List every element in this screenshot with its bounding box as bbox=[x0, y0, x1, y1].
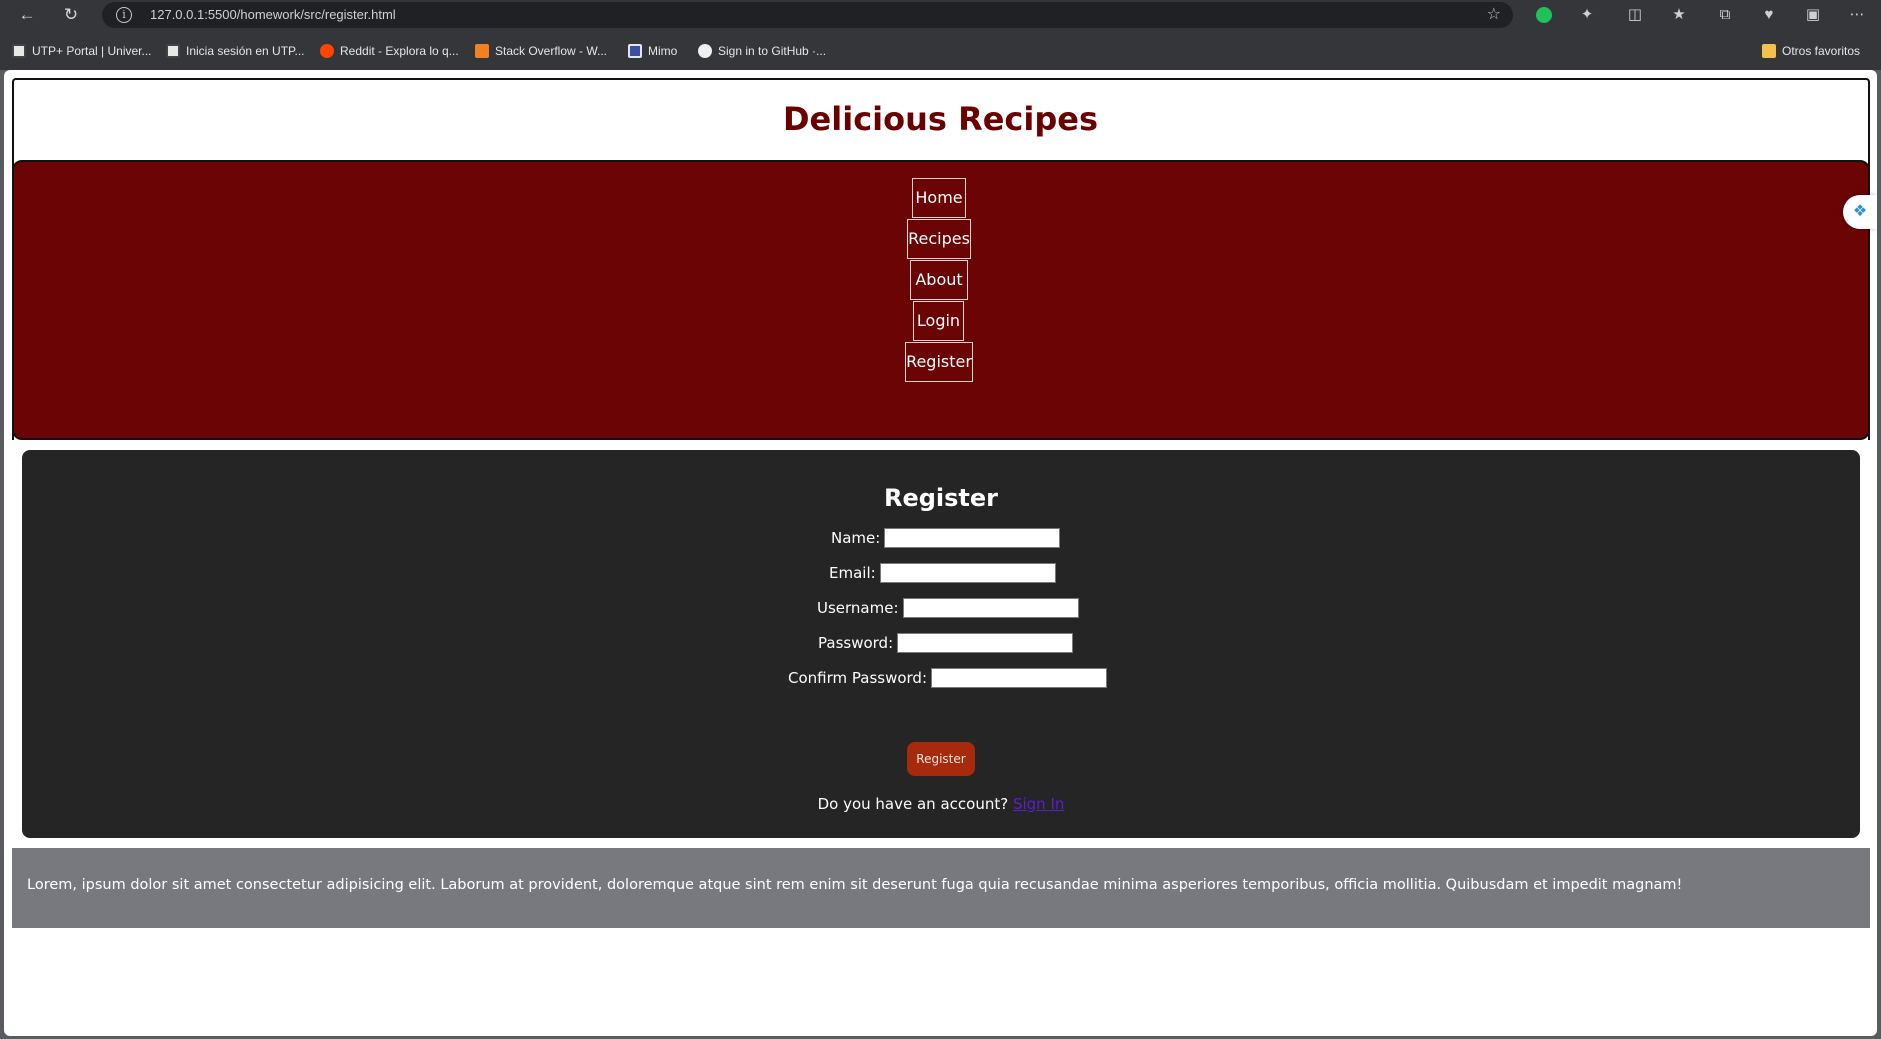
split-screen-icon[interactable]: ◫ bbox=[1624, 4, 1646, 26]
account-prompt: Do you have an account? Sign In bbox=[22, 795, 1860, 813]
folder-icon bbox=[1762, 44, 1776, 58]
mimo-icon bbox=[628, 44, 642, 58]
account-text: Do you have an account? bbox=[817, 795, 1009, 813]
browser-toolbar: ← ↻ i 127.0.0.1:5500/homework/src/regist… bbox=[0, 0, 1881, 30]
bookmark-item[interactable]: Inicia sesión en UTP... bbox=[166, 42, 305, 60]
name-input[interactable] bbox=[884, 528, 1061, 548]
bookmark-label: UTP+ Portal | Univer... bbox=[32, 44, 152, 58]
confirm-password-row: Confirm Password: bbox=[788, 667, 1108, 689]
register-form: Register Name: Email: Username: Password… bbox=[22, 450, 1860, 838]
utp-icon bbox=[12, 44, 26, 58]
password-row: Password: bbox=[818, 632, 1074, 654]
email-input[interactable] bbox=[879, 563, 1056, 583]
name-label: Name: bbox=[831, 529, 881, 547]
bookmark-label: Mimo bbox=[648, 44, 678, 58]
nav-login[interactable]: Login bbox=[913, 301, 964, 341]
sidebar-extension-icon[interactable]: ❖ bbox=[1843, 195, 1877, 229]
utp-icon bbox=[166, 44, 180, 58]
bookmarks-bar: UTP+ Portal | Univer... Inicia sesión en… bbox=[0, 30, 1881, 70]
nav-about[interactable]: About bbox=[910, 260, 968, 300]
bookmark-item[interactable]: Sign in to GitHub ·... bbox=[698, 42, 826, 60]
site-info-icon[interactable]: i bbox=[116, 7, 132, 23]
stackoverflow-icon bbox=[475, 44, 489, 58]
collections-icon[interactable]: ⧉ bbox=[1714, 4, 1736, 26]
extensions-puzzle-icon[interactable]: ✦ bbox=[1576, 4, 1598, 26]
extension-status-icon[interactable] bbox=[1536, 7, 1552, 23]
email-row: Email: bbox=[829, 562, 1056, 584]
favorite-star-icon[interactable]: ☆ bbox=[1487, 4, 1501, 24]
form-title: Register bbox=[883, 484, 999, 512]
footer-text: Lorem, ipsum dolor sit amet consectetur … bbox=[27, 877, 1683, 893]
address-bar[interactable]: i 127.0.0.1:5500/homework/src/register.h… bbox=[102, 2, 1513, 28]
copilot-icon[interactable]: ▣ bbox=[1802, 4, 1824, 26]
other-bookmarks-folder[interactable]: Otros favoritos bbox=[1762, 42, 1860, 60]
confirm-password-label: Confirm Password: bbox=[788, 669, 928, 687]
github-icon bbox=[698, 44, 712, 58]
bookmark-label: Inicia sesión en UTP... bbox=[186, 44, 305, 58]
favorites-icon[interactable]: ★ bbox=[1668, 4, 1690, 26]
email-label: Email: bbox=[829, 564, 876, 582]
password-input[interactable] bbox=[897, 633, 1074, 653]
more-menu-icon[interactable]: ⋯ bbox=[1846, 4, 1868, 26]
password-label: Password: bbox=[818, 634, 894, 652]
main-nav: Home Recipes About Login Register bbox=[12, 160, 1870, 440]
reddit-icon bbox=[320, 44, 334, 58]
page-footer: Lorem, ipsum dolor sit amet consectetur … bbox=[12, 848, 1870, 928]
bookmark-item[interactable]: Reddit - Explora lo q... bbox=[320, 42, 459, 60]
back-icon[interactable]: ← bbox=[14, 2, 40, 28]
register-button[interactable]: Register bbox=[907, 742, 975, 776]
reload-icon[interactable]: ↻ bbox=[58, 2, 84, 28]
page-viewport: Delicious Recipes Home Recipes About Log… bbox=[4, 70, 1877, 1036]
name-row: Name: bbox=[831, 527, 1061, 549]
browser-essentials-icon[interactable]: ♥ bbox=[1758, 4, 1780, 26]
url-text[interactable]: 127.0.0.1:5500/homework/src/register.htm… bbox=[150, 7, 396, 22]
bookmark-label: Reddit - Explora lo q... bbox=[340, 44, 459, 58]
confirm-password-input[interactable] bbox=[931, 668, 1108, 688]
nav-home[interactable]: Home bbox=[912, 178, 966, 218]
bookmark-item[interactable]: Mimo bbox=[628, 42, 677, 60]
bookmark-label: Stack Overflow - W... bbox=[495, 44, 608, 58]
username-input[interactable] bbox=[902, 598, 1079, 618]
bookmark-item[interactable]: Stack Overflow - W... bbox=[475, 42, 607, 60]
username-row: Username: bbox=[817, 597, 1079, 619]
nav-recipes[interactable]: Recipes bbox=[907, 219, 971, 259]
sign-in-link[interactable]: Sign In bbox=[1013, 795, 1064, 813]
site-title: Delicious Recipes bbox=[782, 100, 1099, 138]
nav-register[interactable]: Register bbox=[905, 342, 973, 382]
bookmark-item[interactable]: UTP+ Portal | Univer... bbox=[12, 42, 152, 60]
other-bookmarks-label: Otros favoritos bbox=[1782, 44, 1861, 58]
bookmark-label: Sign in to GitHub ·... bbox=[718, 44, 827, 58]
username-label: Username: bbox=[817, 599, 899, 617]
